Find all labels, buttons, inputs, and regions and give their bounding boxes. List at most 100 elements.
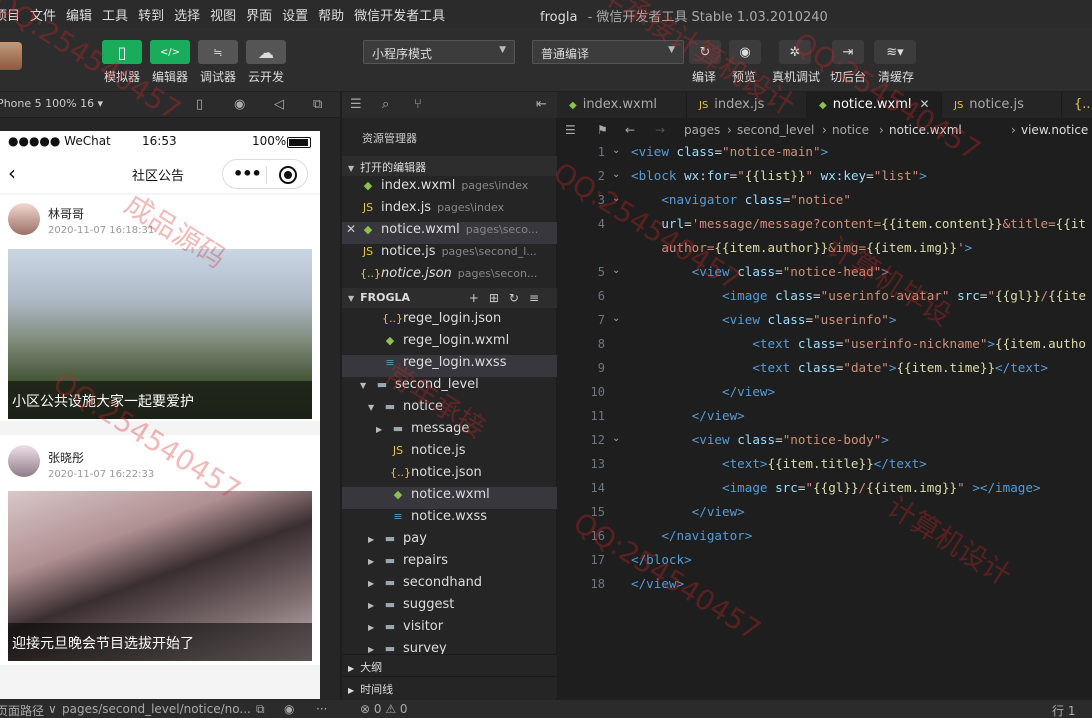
list-icon[interactable]: ☰ — [565, 123, 576, 137]
timeline-header[interactable]: ▶ 时间线 — [342, 676, 557, 698]
open-editors-header[interactable]: ▼ 打开的编辑器 — [342, 156, 557, 176]
editor-tab[interactable]: ◆ notice.wxml ✕ — [807, 92, 942, 118]
back-arrow-icon[interactable]: ‹ — [8, 161, 16, 185]
branch-icon[interactable]: ⑂ — [414, 97, 422, 112]
tree-folder[interactable]: ▼ ▬ second_level — [342, 377, 557, 399]
remote-debug-button[interactable]: ✲ — [779, 40, 811, 64]
compile-button[interactable]: ↻ — [689, 40, 721, 64]
close-icon[interactable]: ✕ — [919, 97, 929, 111]
code-line[interactable]: author={{item.author}}&img={{item.img}}'… — [631, 240, 972, 255]
eye-icon[interactable]: ◉ — [284, 702, 294, 716]
open-editor-item[interactable]: {..}notice.json pages\secon... — [342, 266, 557, 288]
tree-file[interactable]: ≡ notice.wxss — [342, 509, 557, 531]
fold-chevron-icon[interactable]: ⌄ — [612, 433, 620, 444]
problems-count[interactable]: ⊗ 0 ⚠ 0 — [360, 702, 408, 716]
preview-button[interactable]: ◉ — [729, 40, 761, 64]
fold-chevron-icon[interactable]: ⌄ — [612, 265, 620, 276]
tree-folder[interactable]: ▶ ▬ pay — [342, 531, 557, 553]
menu-item[interactable]: 选择 — [174, 5, 200, 24]
debugger-button[interactable]: ≒ — [198, 40, 238, 64]
editor-button[interactable]: </> — [150, 40, 190, 64]
cloud-button[interactable]: ☁ — [246, 40, 286, 64]
list-icon[interactable]: ☰ — [350, 97, 362, 112]
phone-rotate-icon[interactable]: ▯ — [196, 97, 203, 112]
menu-item[interactable]: 编辑 — [66, 5, 92, 24]
code-line[interactable]: <text>{{item.title}}</text> — [631, 456, 927, 471]
editor-tab[interactable]: JS notice.js — [942, 92, 1062, 118]
code-line[interactable]: <view class="userinfo"> — [631, 312, 896, 327]
fold-chevron-icon[interactable]: ⌄ — [612, 313, 620, 324]
copy-icon[interactable]: ⧉ — [256, 702, 265, 717]
record-icon[interactable]: ◉ — [234, 97, 245, 112]
tree-folder[interactable]: ▼ ▬ notice — [342, 399, 557, 421]
code-line[interactable]: <image class="userinfo-avatar" src="{{gl… — [631, 288, 1086, 303]
volume-icon[interactable]: ◁ — [274, 97, 284, 112]
background-button[interactable]: ⇥ — [832, 40, 864, 64]
open-editor-item[interactable]: ◆ index.wxml pages\index — [342, 178, 557, 200]
fold-chevron-icon[interactable]: ⌄ — [612, 145, 620, 156]
simulator-button[interactable]: ▯ — [102, 40, 142, 64]
breadcrumb-item[interactable]: pages — [684, 123, 720, 137]
code-line[interactable]: <block wx:for="{{list}}" wx:key="list"> — [631, 168, 927, 183]
fold-chevron-icon[interactable]: ⌄ — [612, 169, 620, 180]
tree-folder[interactable]: ▶ ▬ suggest — [342, 597, 557, 619]
open-editor-item[interactable]: ✕ ◆ notice.wxml pages\seco... — [342, 222, 557, 244]
project-tools[interactable]: +⊞↻≡ — [469, 291, 549, 305]
search-icon[interactable]: ⌕ — [382, 97, 389, 112]
more-icon[interactable]: ··· — [316, 702, 327, 716]
back-arrow-icon[interactable]: ← — [625, 123, 635, 137]
menu-item[interactable]: 文件 — [30, 5, 56, 24]
code-line[interactable]: <view class="notice-head"> — [631, 264, 889, 279]
breadcrumb-item[interactable]: notice — [832, 123, 869, 137]
notice-card[interactable]: 林哥哥 2020-11-07 16:18:31 小区公共设施大家一起要爱护 — [0, 195, 320, 421]
tree-file[interactable]: ◆ rege_login.wxml — [342, 333, 557, 355]
code-lines[interactable]: 1 ⌄ <view class="notice-main"> 2 ⌄ <block wx:… — [557, 142, 1092, 642]
clear-cache-button[interactable]: ≋▾ — [874, 40, 916, 64]
menu-item[interactable]: 项目 — [0, 5, 20, 24]
tree-file[interactable]: {..}notice.json — [342, 465, 557, 487]
tree-file[interactable]: JS notice.js — [342, 443, 557, 465]
close-icon[interactable]: ✕ — [346, 222, 360, 236]
code-line[interactable]: </view> — [631, 576, 684, 591]
cursor-position[interactable]: 行 1 — [1052, 702, 1075, 718]
breadcrumb-item[interactable]: view.notice — [1021, 123, 1088, 137]
outline-header[interactable]: ▶ 大纲 — [342, 654, 557, 676]
code-line[interactable]: <view class="notice-body"> — [631, 432, 889, 447]
menu-item[interactable]: 设置 — [282, 5, 308, 24]
mode-select[interactable]: 小程序模式 ▼ — [363, 40, 515, 64]
code-line[interactable]: <text class="userinfo-nickname">{{item.a… — [631, 336, 1086, 351]
close-miniprogram-icon[interactable] — [279, 166, 297, 184]
tree-folder[interactable]: ▶ ▬ visitor — [342, 619, 557, 641]
menu-item[interactable]: 工具 — [102, 5, 128, 24]
code-line[interactable]: </view> — [631, 504, 745, 519]
menu-item[interactable]: 微信开发者工具 — [354, 5, 445, 24]
more-icon[interactable]: ••• — [233, 164, 262, 183]
breadcrumb-item[interactable]: notice.wxml — [889, 123, 962, 137]
tree-file[interactable]: {..}rege_login.json — [342, 311, 557, 333]
menu-item[interactable]: 界面 — [246, 5, 272, 24]
code-line[interactable]: </view> — [631, 384, 775, 399]
code-line[interactable]: </block> — [631, 552, 692, 567]
breadcrumb-item[interactable]: second_level — [737, 123, 814, 137]
tree-folder[interactable]: ▶ ▬ secondhand — [342, 575, 557, 597]
fold-chevron-icon[interactable]: ⌄ — [612, 193, 620, 204]
menu-item[interactable]: 视图 — [210, 5, 236, 24]
code-line[interactable]: <text class="date">{{item.time}}</text> — [631, 360, 1048, 375]
device-select[interactable]: iPhone 5 100% 16 ▾ — [0, 97, 103, 110]
tree-file[interactable]: ◆ notice.wxml — [342, 487, 557, 509]
code-line[interactable]: <view class="notice-main"> — [631, 144, 828, 159]
code-line[interactable]: </view> — [631, 408, 745, 423]
tree-folder[interactable]: ▶ ▬ message — [342, 421, 557, 443]
window-icon[interactable]: ⧉ — [313, 97, 322, 112]
user-avatar[interactable] — [0, 42, 22, 70]
forward-arrow-icon[interactable]: → — [655, 123, 665, 137]
code-line[interactable]: <image src="{{gl}}/{{item.img}}" ></imag… — [631, 480, 1041, 495]
compile-select[interactable]: 普通编译 ▼ — [532, 40, 684, 64]
project-header[interactable]: ▼ FROGLA +⊞↻≡ — [342, 288, 557, 308]
open-editor-item[interactable]: JS index.js pages\index — [342, 200, 557, 222]
menu-capsule[interactable]: ••• — [222, 159, 308, 189]
tree-folder[interactable]: ▶ ▬ repairs — [342, 553, 557, 575]
menu-item[interactable]: 帮助 — [318, 5, 344, 24]
code-line[interactable]: <navigator class="notice" — [631, 192, 851, 207]
editor-tab[interactable]: JS index.js — [687, 92, 807, 118]
